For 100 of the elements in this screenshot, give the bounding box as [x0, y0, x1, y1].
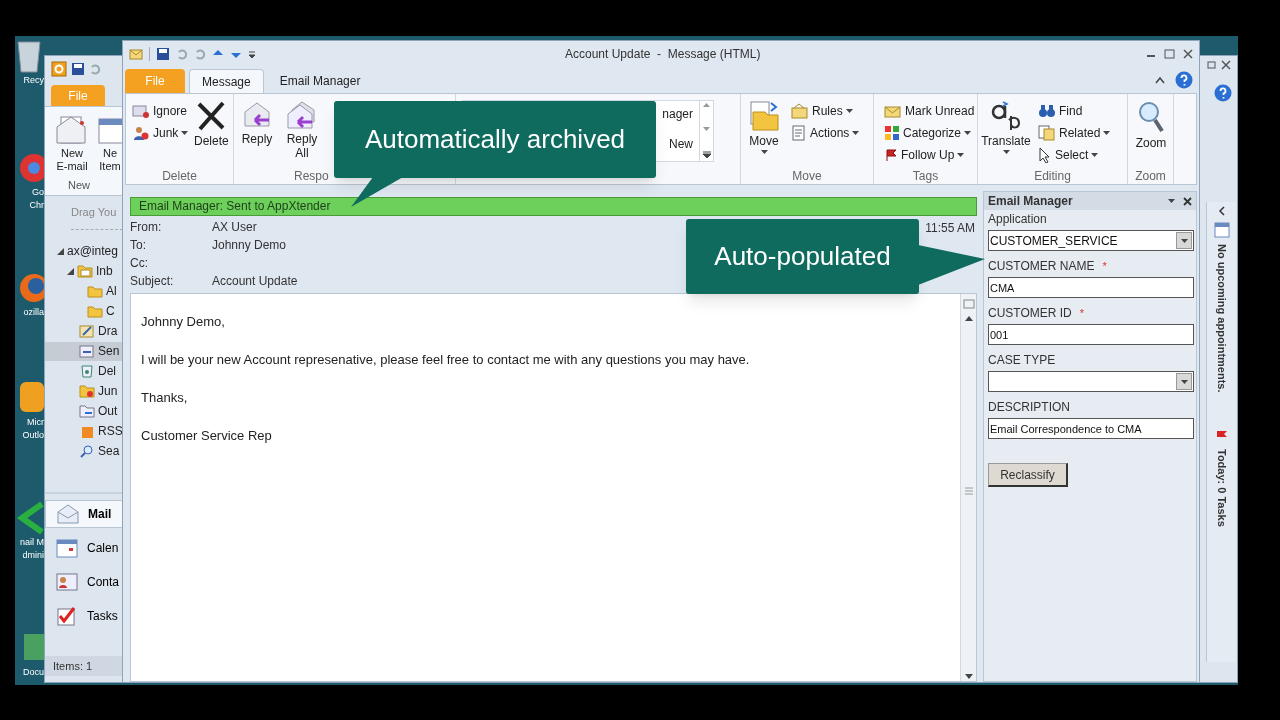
ribbon-button[interactable]: New E-mail — [55, 113, 89, 177]
close-icon[interactable] — [1183, 196, 1192, 206]
ribbon-button[interactable]: Delete — [194, 100, 229, 148]
quick-step-item[interactable]: nager — [662, 103, 693, 125]
gallery-more-icon[interactable] — [702, 151, 711, 159]
help-icon[interactable] — [1214, 84, 1232, 102]
status-bar-text: Items: 1 — [45, 656, 123, 676]
document-icon — [791, 125, 807, 141]
scroll-up-icon[interactable] — [964, 316, 973, 321]
folder-tree-item[interactable]: ax@integ — [45, 241, 123, 261]
body-paragraph: Johnny Demo, — [141, 313, 226, 331]
navigation-item[interactable]: Mail — [45, 500, 123, 528]
body-paragraph: Customer Service Rep — [141, 427, 273, 445]
folder-tree-item[interactable]: Al — [45, 281, 123, 301]
sent-time: 11:55 AM — [925, 220, 975, 237]
header-value: Johnny Demo — [212, 237, 287, 254]
pencil-icon — [79, 324, 95, 338]
ribbon-button[interactable]: Find — [1038, 100, 1111, 122]
customize-toolbar-icon[interactable] — [248, 48, 256, 60]
tasks-text: Today: 0 Tasks — [1214, 448, 1229, 527]
expanded-triangle-icon[interactable] — [67, 267, 74, 275]
pane-title: Email Manager — [988, 193, 1073, 210]
maximize-icon[interactable] — [1164, 49, 1175, 59]
navigation-item[interactable]: Conta — [45, 568, 123, 596]
ribbon-tab[interactable]: Message — [189, 69, 264, 93]
close-icon[interactable] — [1221, 60, 1231, 70]
ribbon-tab[interactable]: Email Manager — [267, 69, 373, 93]
folder-tree-item[interactable]: Sea — [45, 441, 123, 461]
search-folder-icon — [79, 444, 95, 458]
chevron-left-icon[interactable] — [1217, 206, 1226, 216]
new-email-icon — [55, 113, 89, 147]
ribbon-group-label: Respo — [293, 168, 330, 184]
dropdown-button[interactable] — [1176, 373, 1192, 390]
folder-icon — [87, 304, 103, 318]
folder-tree-item[interactable]: Sen — [45, 341, 123, 361]
reply-all-icon — [286, 100, 318, 130]
close-icon[interactable] — [1183, 49, 1193, 59]
folder-tree-item[interactable]: Dra — [45, 321, 123, 341]
contact-card-icon — [55, 572, 79, 592]
input-field[interactable]: CMA — [988, 277, 1194, 298]
scroll-down-icon[interactable] — [964, 674, 973, 679]
navigation-item[interactable]: Tasks — [45, 602, 123, 630]
folder-tree-item[interactable]: Jun — [45, 381, 123, 401]
rss-icon — [79, 424, 95, 438]
ribbon-button[interactable]: Mark Unread — [884, 100, 975, 122]
scroll-grip-icon — [964, 487, 973, 495]
info-bar: Email Manager: Sent to AppXtender — [130, 197, 977, 216]
help-icon[interactable] — [1175, 71, 1193, 89]
ribbon-button[interactable]: Move — [747, 100, 781, 154]
ribbon-button[interactable]: Follow Up — [884, 144, 975, 166]
folder-tree-item[interactable]: Inb — [45, 261, 123, 281]
collapse-ribbon-icon[interactable] — [1155, 76, 1165, 84]
ribbon-button[interactable]: Select — [1038, 144, 1111, 166]
ribbon-button[interactable]: Junk — [132, 122, 189, 144]
dropdown-button[interactable] — [1176, 232, 1192, 249]
envelope-icon — [884, 103, 902, 119]
header-label: From: — [130, 219, 163, 236]
restore-window-icon[interactable] — [1207, 60, 1217, 70]
ribbon-group-label: Zoom — [1134, 168, 1167, 184]
app-logo-icon — [51, 61, 67, 77]
folder-tree-item[interactable]: RSS — [45, 421, 123, 441]
mail-icon — [56, 504, 80, 524]
field-label: DESCRIPTION — [988, 399, 1070, 416]
outbox-icon — [79, 404, 95, 418]
folder-icon — [747, 100, 781, 132]
ribbon-group-label: New — [67, 177, 91, 193]
envelope-icon — [129, 48, 143, 60]
vertical-scrollbar[interactable] — [960, 294, 976, 681]
calendar-icon — [55, 538, 79, 558]
navigation-item[interactable]: Calen — [45, 534, 123, 562]
folder-tree-item[interactable]: Del — [45, 361, 123, 381]
dropdown-field[interactable] — [988, 371, 1194, 392]
folder-tree-item[interactable]: Out — [45, 401, 123, 421]
expanded-triangle-icon[interactable] — [57, 247, 64, 255]
outbox-icon — [79, 344, 95, 358]
ribbon-button[interactable]: Categorize — [884, 122, 975, 144]
color-squares-icon — [884, 125, 900, 141]
dropdown-field[interactable]: CUSTOMER_SERVICE — [988, 230, 1194, 251]
ribbon-button[interactable]: Related — [1038, 122, 1111, 144]
folder-tree-item[interactable]: C — [45, 301, 123, 321]
desktop-icon-label: Recy — [23, 74, 44, 87]
input-field[interactable]: Email Correspondence to CMA — [988, 418, 1194, 439]
ribbon-button[interactable]: Actions — [791, 122, 860, 144]
input-field[interactable]: 001 — [988, 324, 1194, 345]
ribbon-button[interactable]: Ignore — [132, 100, 189, 122]
ribbon-button[interactable]: Reply All — [280, 100, 324, 160]
field-label: CUSTOMER NAME — [988, 258, 1095, 275]
ribbon-button[interactable]: Zoom — [1134, 100, 1168, 150]
ribbon-button[interactable]: Rules — [791, 100, 860, 122]
junk-folder-icon — [79, 384, 95, 398]
save-icon — [156, 47, 170, 61]
reclassify-button[interactable]: Reclassify — [988, 463, 1068, 487]
header-value: Account Update — [212, 273, 298, 290]
header-label: Cc: — [130, 255, 149, 272]
field-label: CASE TYPE — [988, 352, 1056, 369]
ribbon-group-label: Editing — [1033, 168, 1072, 184]
undo-icon — [176, 48, 188, 60]
quick-step-item[interactable]: New — [669, 133, 693, 155]
body-paragraph: Thanks, — [141, 389, 189, 407]
ribbon-button[interactable]: Reply — [240, 100, 274, 146]
